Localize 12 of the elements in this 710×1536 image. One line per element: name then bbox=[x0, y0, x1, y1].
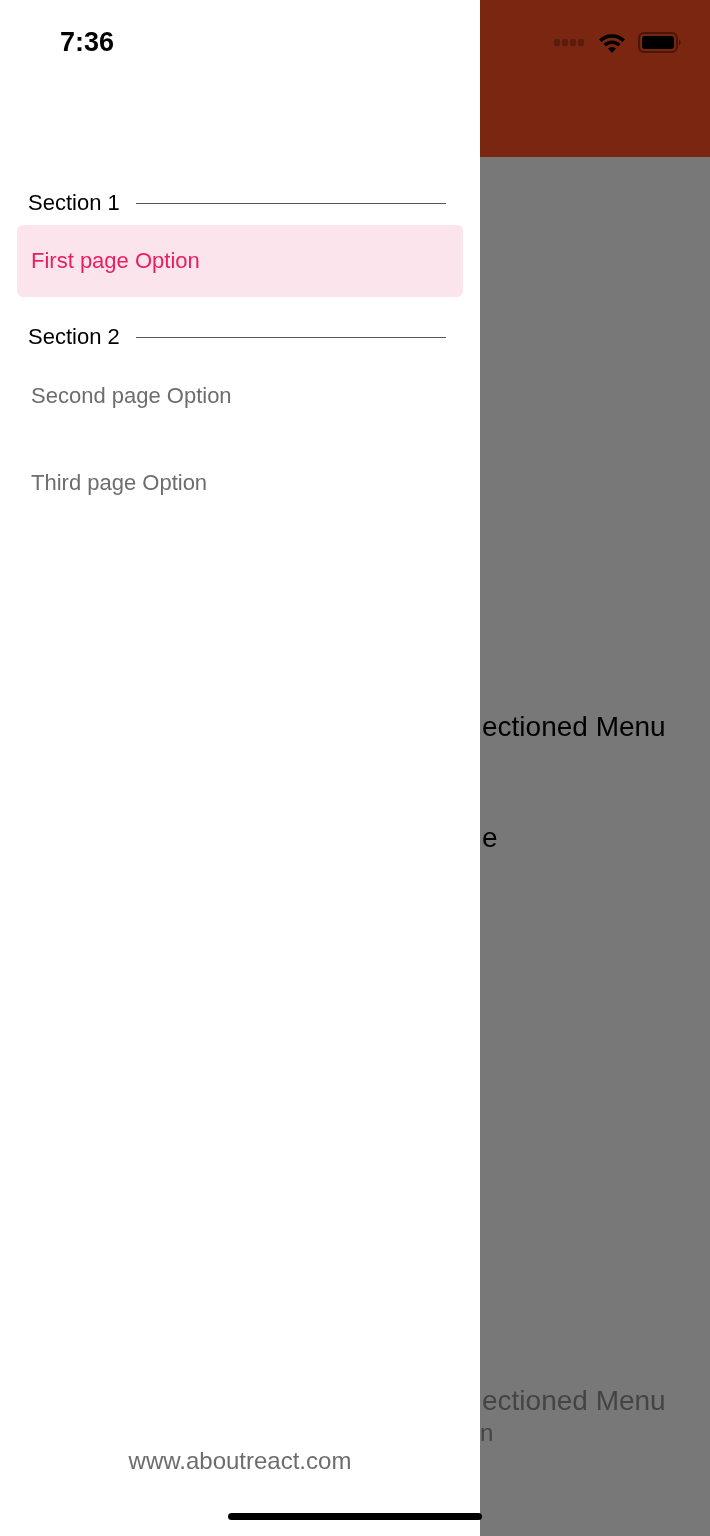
wifi-icon bbox=[598, 32, 626, 53]
status-time: 7:36 bbox=[60, 26, 115, 58]
section-title: Section 1 bbox=[28, 190, 120, 216]
screen-text: e bbox=[482, 821, 498, 855]
battery-icon bbox=[638, 32, 682, 53]
menu-item[interactable]: First page Option bbox=[17, 225, 463, 297]
section-title: Section 2 bbox=[28, 324, 120, 350]
footer-link[interactable]: www.aboutreact.com bbox=[0, 1446, 480, 1536]
screen-text: ectioned Menu bbox=[482, 710, 666, 744]
menu-item[interactable]: Second page Option bbox=[17, 360, 463, 432]
menu-item[interactable]: Third page Option bbox=[17, 447, 463, 519]
signal-icon bbox=[554, 38, 586, 47]
